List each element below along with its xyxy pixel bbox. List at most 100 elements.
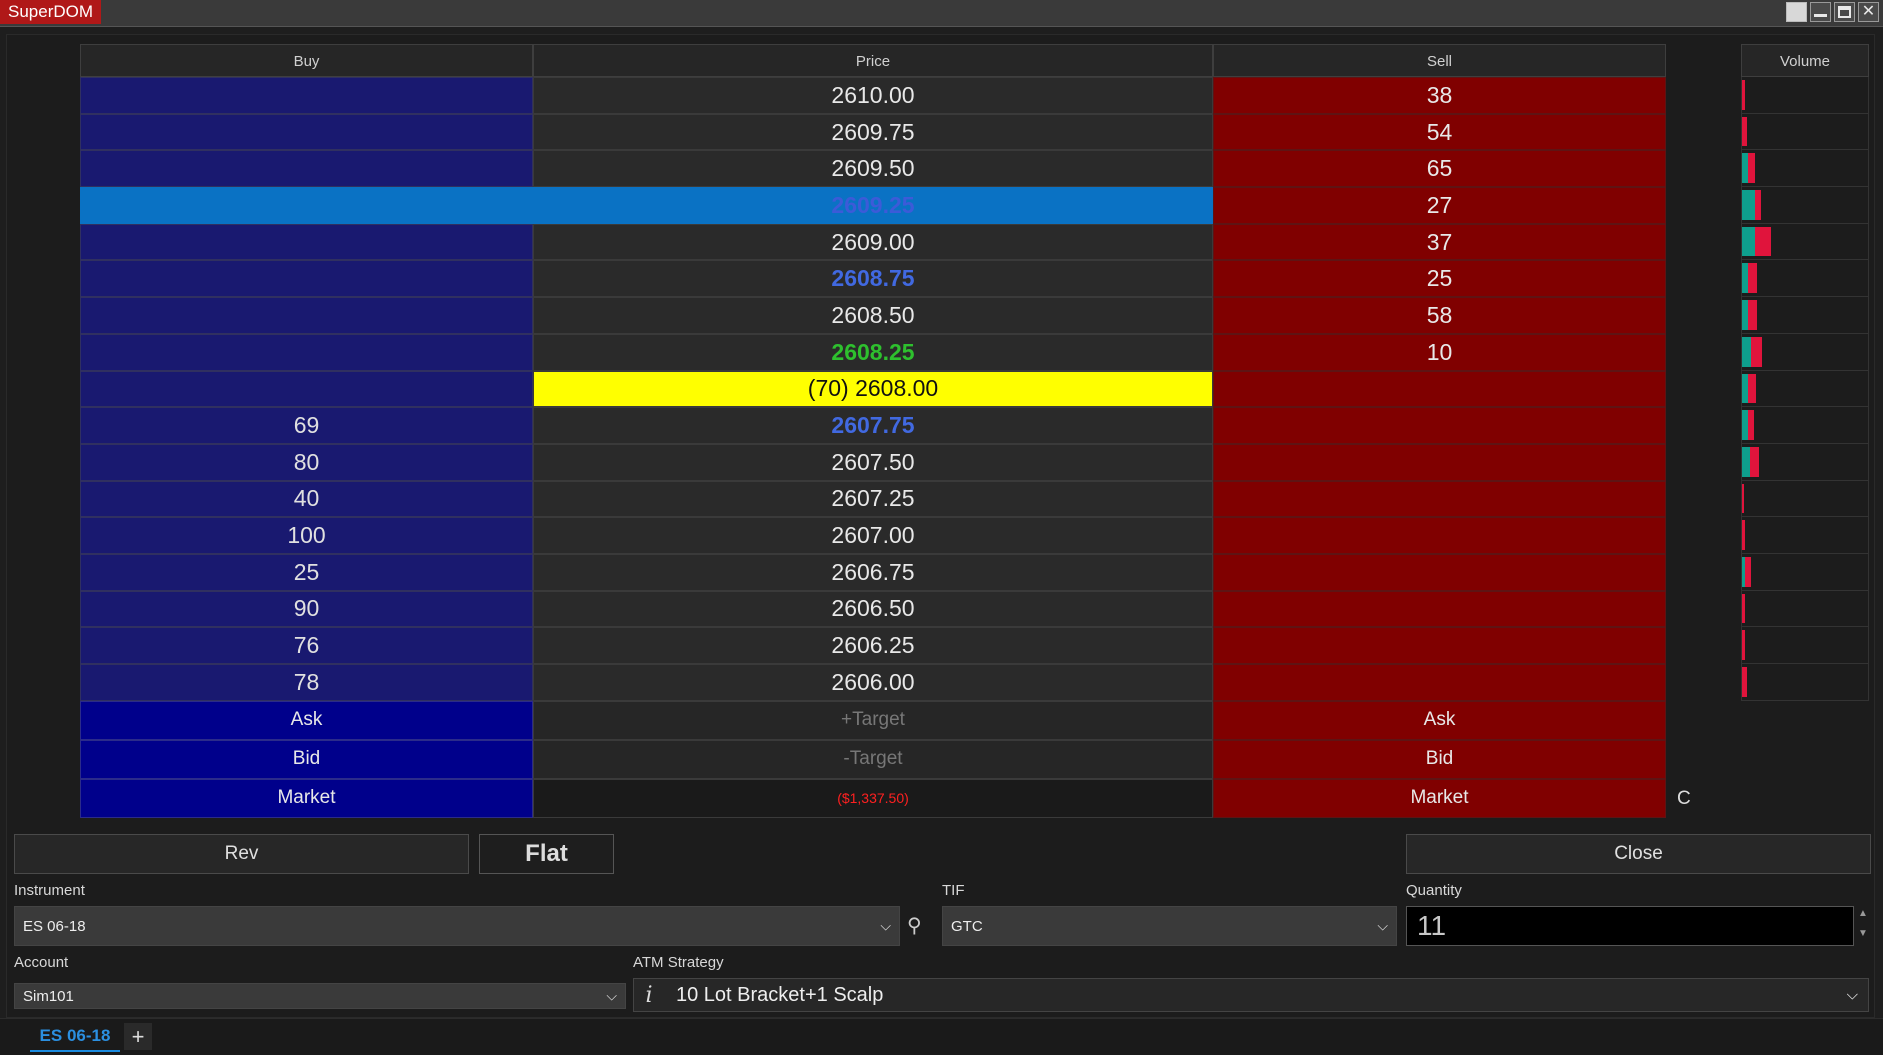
- tab-es-06-18[interactable]: ES 06-18: [30, 1021, 120, 1052]
- price-cell[interactable]: 2609.25: [533, 187, 1213, 224]
- price-cell[interactable]: 2607.25: [533, 480, 1213, 518]
- volume-rows: [1741, 77, 1869, 701]
- maximize-button[interactable]: [1834, 2, 1855, 22]
- sell-cell[interactable]: 27: [1213, 187, 1666, 224]
- last-price-cell[interactable]: (70) 2608.00: [533, 370, 1213, 408]
- volume-bar: [1742, 520, 1745, 550]
- buy-cell[interactable]: 40: [80, 480, 533, 518]
- minus-target-button[interactable]: -Target: [533, 739, 1213, 779]
- sell-cell[interactable]: 37: [1213, 223, 1666, 261]
- account-selector[interactable]: Sim101 ⌵: [14, 983, 626, 1009]
- sell-cell[interactable]: 10: [1213, 333, 1666, 371]
- price-column-header[interactable]: Price: [533, 44, 1213, 77]
- sell-cell[interactable]: 65: [1213, 150, 1666, 188]
- volume-bar-sell: [1748, 373, 1756, 404]
- quantity-input[interactable]: 11: [1406, 906, 1854, 946]
- buy-market-button[interactable]: Market: [80, 778, 533, 818]
- buy-cell[interactable]: [80, 297, 533, 334]
- volume-bar-sell: [1751, 336, 1762, 367]
- price-cell[interactable]: 2606.00: [533, 664, 1213, 701]
- atm-strategy-selector[interactable]: i 10 Lot Bracket+1 Scalp ⌵: [633, 978, 1869, 1012]
- price-cell[interactable]: 2606.50: [533, 590, 1213, 628]
- sell-cell[interactable]: 54: [1213, 113, 1666, 151]
- sell-cell[interactable]: [1213, 517, 1666, 554]
- buy-cell[interactable]: 78: [80, 664, 533, 701]
- sell-cell[interactable]: [1213, 590, 1666, 628]
- buy-ask-button[interactable]: Ask: [80, 700, 533, 740]
- volume-row: [1741, 223, 1869, 261]
- price-cell[interactable]: 2609.00: [533, 223, 1213, 261]
- instrument-selector[interactable]: ES 06-18 ⌵: [14, 906, 900, 946]
- quantity-stepper-down-icon[interactable]: ▼: [1858, 928, 1868, 940]
- price-cell[interactable]: 2608.75: [533, 260, 1213, 298]
- buy-cell[interactable]: 100: [80, 517, 533, 554]
- buy-cell[interactable]: 25: [80, 553, 533, 591]
- ladder-row: 76 2606.25: [80, 627, 1666, 664]
- price-cell[interactable]: 2607.50: [533, 443, 1213, 481]
- buy-cell[interactable]: [80, 113, 533, 151]
- buy-cell[interactable]: 80: [80, 443, 533, 481]
- sell-cell[interactable]: [1213, 370, 1666, 408]
- ladder-row: 2608.75 25: [80, 260, 1666, 298]
- sell-cell[interactable]: [1213, 480, 1666, 518]
- buy-cell[interactable]: 76: [80, 627, 533, 664]
- sell-cell[interactable]: [1213, 443, 1666, 481]
- plus-target-button[interactable]: +Target: [533, 700, 1213, 740]
- sell-cell[interactable]: [1213, 627, 1666, 664]
- sell-cell[interactable]: [1213, 664, 1666, 701]
- buy-cell[interactable]: [80, 77, 533, 114]
- sell-column-header[interactable]: Sell: [1213, 44, 1666, 77]
- ladder-row: 2608.50 58: [80, 297, 1666, 334]
- minimize-button[interactable]: [1810, 2, 1831, 22]
- price-cell[interactable]: 2609.50: [533, 150, 1213, 188]
- atm-strategy-value: 10 Lot Bracket+1 Scalp: [676, 983, 884, 1006]
- volume-header[interactable]: Volume: [1741, 44, 1869, 77]
- sell-cell[interactable]: 25: [1213, 260, 1666, 298]
- sell-cell[interactable]: 38: [1213, 77, 1666, 114]
- volume-bar-sell: [1745, 556, 1751, 587]
- close-position-button[interactable]: Close: [1406, 834, 1871, 874]
- price-cell[interactable]: 2609.75: [533, 113, 1213, 151]
- sell-cell[interactable]: 58: [1213, 297, 1666, 334]
- buy-cell[interactable]: [80, 260, 533, 298]
- sell-market-button[interactable]: Market: [1213, 778, 1666, 818]
- buy-cell[interactable]: [80, 187, 533, 224]
- add-tab-button[interactable]: +: [124, 1023, 152, 1050]
- search-icon[interactable]: ⚲: [907, 913, 922, 938]
- reverse-button[interactable]: Rev: [14, 834, 469, 874]
- c-label[interactable]: C: [1677, 788, 1691, 810]
- buy-column-header[interactable]: Buy: [80, 44, 533, 77]
- volume-bar-sell: [1755, 190, 1761, 220]
- sell-ask-button[interactable]: Ask: [1213, 700, 1666, 740]
- buy-cell[interactable]: 69: [80, 407, 533, 444]
- buy-cell[interactable]: [80, 370, 533, 408]
- buy-cell[interactable]: [80, 223, 533, 261]
- price-cell[interactable]: 2608.25: [533, 333, 1213, 371]
- minimize-icon: [1814, 14, 1827, 17]
- info-icon[interactable]: i: [634, 983, 664, 1008]
- window-option-button[interactable]: [1786, 2, 1807, 22]
- atm-strategy-label: ATM Strategy: [633, 954, 724, 971]
- flatten-button[interactable]: Flat: [479, 834, 614, 874]
- tif-label: TIF: [942, 882, 965, 899]
- pnl-display[interactable]: ($1,337.50): [533, 778, 1213, 818]
- buy-cell[interactable]: [80, 150, 533, 188]
- price-cell[interactable]: 2607.75: [533, 407, 1213, 444]
- buy-cell[interactable]: 90: [80, 590, 533, 628]
- tif-selector[interactable]: GTC ⌵: [942, 906, 1397, 946]
- price-cell[interactable]: 2610.00: [533, 77, 1213, 114]
- volume-row: [1741, 664, 1869, 701]
- buy-bid-button[interactable]: Bid: [80, 739, 533, 779]
- price-cell[interactable]: 2606.75: [533, 553, 1213, 591]
- quantity-stepper-up-icon[interactable]: ▲: [1858, 908, 1868, 920]
- close-window-button[interactable]: ✕: [1858, 2, 1879, 22]
- price-cell[interactable]: 2606.25: [533, 627, 1213, 664]
- price-cell[interactable]: 2608.50: [533, 297, 1213, 334]
- sell-bid-button[interactable]: Bid: [1213, 739, 1666, 779]
- buy-cell[interactable]: [80, 333, 533, 371]
- sell-cell[interactable]: [1213, 553, 1666, 591]
- volume-bar-buy: [1742, 446, 1750, 477]
- volume-bar: [1742, 667, 1747, 697]
- sell-cell[interactable]: [1213, 407, 1666, 444]
- price-cell[interactable]: 2607.00: [533, 517, 1213, 554]
